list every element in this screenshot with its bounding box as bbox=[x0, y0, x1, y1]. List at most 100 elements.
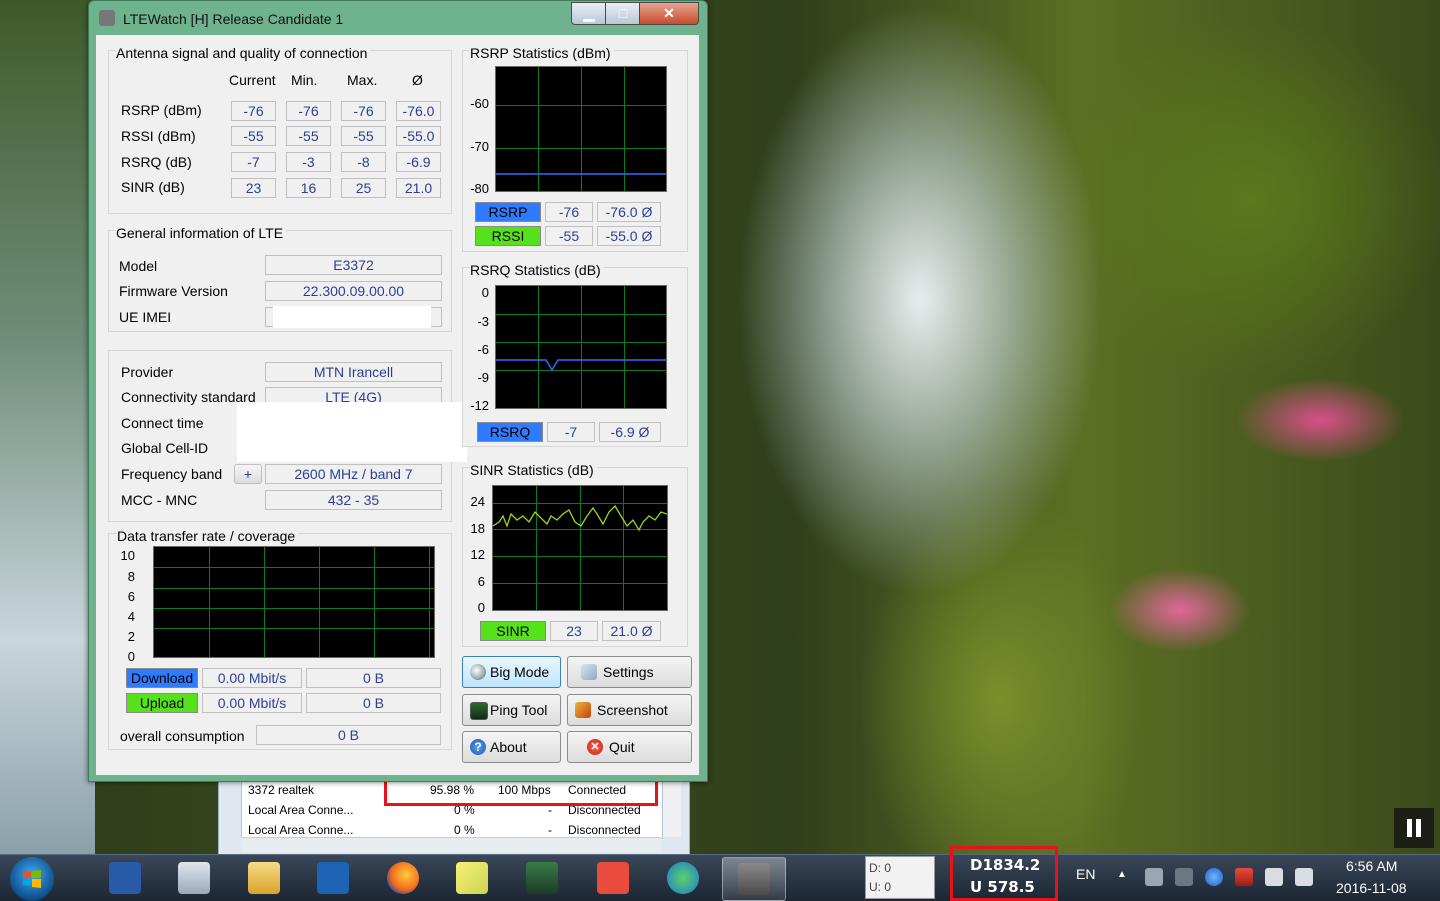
rsrp-series-svg bbox=[496, 173, 666, 175]
freq-band-label: Frequency band bbox=[121, 466, 223, 482]
rsrq-y-tick: -12 bbox=[470, 398, 489, 413]
mcc-mnc-value: 432 - 35 bbox=[265, 490, 442, 510]
language-indicator[interactable]: EN bbox=[1076, 866, 1095, 882]
taskbar-calculator[interactable] bbox=[163, 857, 225, 899]
rsrp-y-tick: -60 bbox=[470, 96, 489, 111]
settings-button[interactable]: Settings bbox=[567, 656, 692, 688]
rsrp-stat-avg: -76.0 Ø bbox=[597, 202, 661, 222]
quit-button[interactable]: ✕ Quit bbox=[567, 731, 692, 763]
transfer-y-tick: 0 bbox=[127, 649, 135, 664]
info-icon: ? bbox=[470, 739, 486, 755]
overall-value: 0 B bbox=[256, 725, 441, 745]
sinr-y-tick: 6 bbox=[477, 574, 485, 589]
rssi-avg: -55.0 bbox=[396, 126, 441, 146]
firmware-label: Firmware Version bbox=[119, 283, 228, 299]
settings-icon bbox=[581, 664, 597, 680]
rssi-min: -55 bbox=[286, 126, 331, 146]
taskbar-snagit[interactable] bbox=[582, 857, 644, 899]
minimize-button[interactable]: ▁ bbox=[571, 2, 607, 25]
header-avg: Ø bbox=[412, 72, 423, 88]
adapter-row[interactable]: Local Area Conne... 0 % - Disconnected bbox=[242, 820, 662, 834]
network-icon[interactable] bbox=[1265, 868, 1283, 886]
firefox-icon bbox=[387, 862, 419, 894]
rsrq-panel: RSRQ Statistics (dB) 0 -3 -6 -9 -12 RSRQ… bbox=[462, 262, 688, 447]
rsrp-panel: RSRP Statistics (dBm) -60 -70 -80 RSRP -… bbox=[462, 45, 688, 252]
tray-security-icon[interactable] bbox=[1235, 868, 1253, 886]
windows-logo-icon bbox=[23, 870, 41, 888]
taskbar-monitor[interactable] bbox=[511, 857, 573, 899]
cell-id-label: Global Cell-ID bbox=[121, 440, 209, 456]
rsrp-label: RSRP (dBm) bbox=[121, 102, 202, 118]
start-button[interactable] bbox=[10, 857, 54, 901]
maximize-icon: □ bbox=[618, 5, 628, 21]
big-mode-button[interactable]: Big Mode bbox=[462, 656, 561, 688]
adapter-state: Disconnected bbox=[568, 823, 641, 834]
rsrq-y-tick: -6 bbox=[477, 342, 489, 357]
title-bar[interactable]: LTEWatch [H] Release Candidate 1 ▁ □ ✕ bbox=[89, 1, 707, 35]
tray-expand-icon[interactable]: ▲ bbox=[1117, 869, 1127, 880]
net-meter-upload: U: 0 bbox=[869, 880, 892, 894]
rsrp-y-tick: -70 bbox=[470, 139, 489, 154]
globe-icon bbox=[667, 862, 699, 894]
rsrp-avg: -76.0 bbox=[396, 101, 441, 121]
general-panel-title: General information of LTE bbox=[116, 225, 287, 241]
adapter-util: 0 % bbox=[454, 823, 475, 834]
ping-tool-button[interactable]: Ping Tool bbox=[462, 694, 561, 726]
tray-shield-icon[interactable] bbox=[1205, 868, 1223, 886]
taskbar-outlook[interactable] bbox=[302, 857, 364, 899]
taskbar bbox=[0, 854, 1440, 901]
taskbar-explorer[interactable] bbox=[233, 857, 295, 899]
rssi-current: -55 bbox=[231, 126, 276, 146]
ltewatch-icon bbox=[738, 863, 770, 895]
sinr-y-tick: 18 bbox=[470, 521, 485, 536]
clock-date[interactable]: 2016-11-08 bbox=[1336, 880, 1407, 896]
header-current: Current bbox=[229, 72, 276, 88]
vertical-scrollbar[interactable] bbox=[663, 779, 681, 837]
pause-button[interactable] bbox=[1394, 808, 1434, 848]
taskbar-globe-app[interactable] bbox=[652, 857, 714, 899]
maximize-button[interactable]: □ bbox=[605, 2, 641, 25]
clock-time[interactable]: 6:56 AM bbox=[1346, 858, 1397, 874]
app-icon bbox=[99, 10, 115, 26]
sinr-y-tick: 0 bbox=[477, 600, 485, 615]
sinr-graph bbox=[492, 485, 668, 611]
rsrq-avg: -6.9 bbox=[396, 152, 441, 172]
rssi-stat-current: -55 bbox=[545, 226, 593, 246]
header-max: Max. bbox=[347, 72, 378, 88]
close-button[interactable]: ✕ bbox=[639, 2, 699, 25]
screenshot-button[interactable]: Screenshot bbox=[567, 694, 692, 726]
sinr-stat-current: 23 bbox=[550, 621, 598, 641]
calculator-icon bbox=[178, 862, 210, 894]
transfer-panel-title: Data transfer rate / coverage bbox=[117, 528, 299, 544]
horizontal-scrollbar[interactable] bbox=[241, 837, 661, 852]
rsrq-label: RSRQ (dB) bbox=[121, 154, 192, 170]
freq-band-value: 2600 MHz / band 7 bbox=[265, 464, 442, 484]
taskbar-firefox[interactable] bbox=[372, 857, 434, 899]
tray-signal-icon[interactable] bbox=[1175, 868, 1193, 886]
mcc-mnc-label: MCC - MNC bbox=[121, 492, 198, 508]
network-info-panel: Provider MTN Irancell Connectivity stand… bbox=[108, 350, 467, 522]
close-icon: ✕ bbox=[663, 5, 675, 21]
tray-app-icon[interactable] bbox=[1145, 868, 1163, 886]
rsrq-y-tick: -9 bbox=[477, 370, 489, 385]
window-client: Antenna signal and quality of connection… bbox=[96, 35, 699, 775]
settings-label: Settings bbox=[603, 664, 654, 680]
taskbar-sticky-notes[interactable] bbox=[441, 857, 503, 899]
window-title: LTEWatch [H] Release Candidate 1 bbox=[123, 11, 344, 27]
net-meter-download: D: 0 bbox=[869, 861, 892, 875]
volume-icon[interactable] bbox=[1295, 868, 1313, 886]
taskbar-word[interactable] bbox=[94, 857, 156, 899]
general-panel: General information of LTE Model E3372 F… bbox=[108, 225, 452, 332]
freq-band-add-button[interactable]: + bbox=[234, 464, 262, 484]
model-value: E3372 bbox=[265, 255, 442, 275]
transfer-y-tick: 10 bbox=[120, 548, 135, 563]
rsrp-stat-current: -76 bbox=[545, 202, 593, 222]
rssi-tag: RSSI bbox=[475, 226, 541, 246]
rsrq-y-tick: -3 bbox=[477, 314, 489, 329]
rsrp-graph bbox=[495, 66, 667, 192]
sticky-notes-icon bbox=[456, 862, 488, 894]
about-button[interactable]: ? About bbox=[462, 731, 561, 763]
taskbar-ltewatch[interactable] bbox=[722, 857, 786, 901]
connect-time-label: Connect time bbox=[121, 415, 204, 431]
net-meter-widget: D: 0 U: 0 bbox=[865, 856, 935, 899]
